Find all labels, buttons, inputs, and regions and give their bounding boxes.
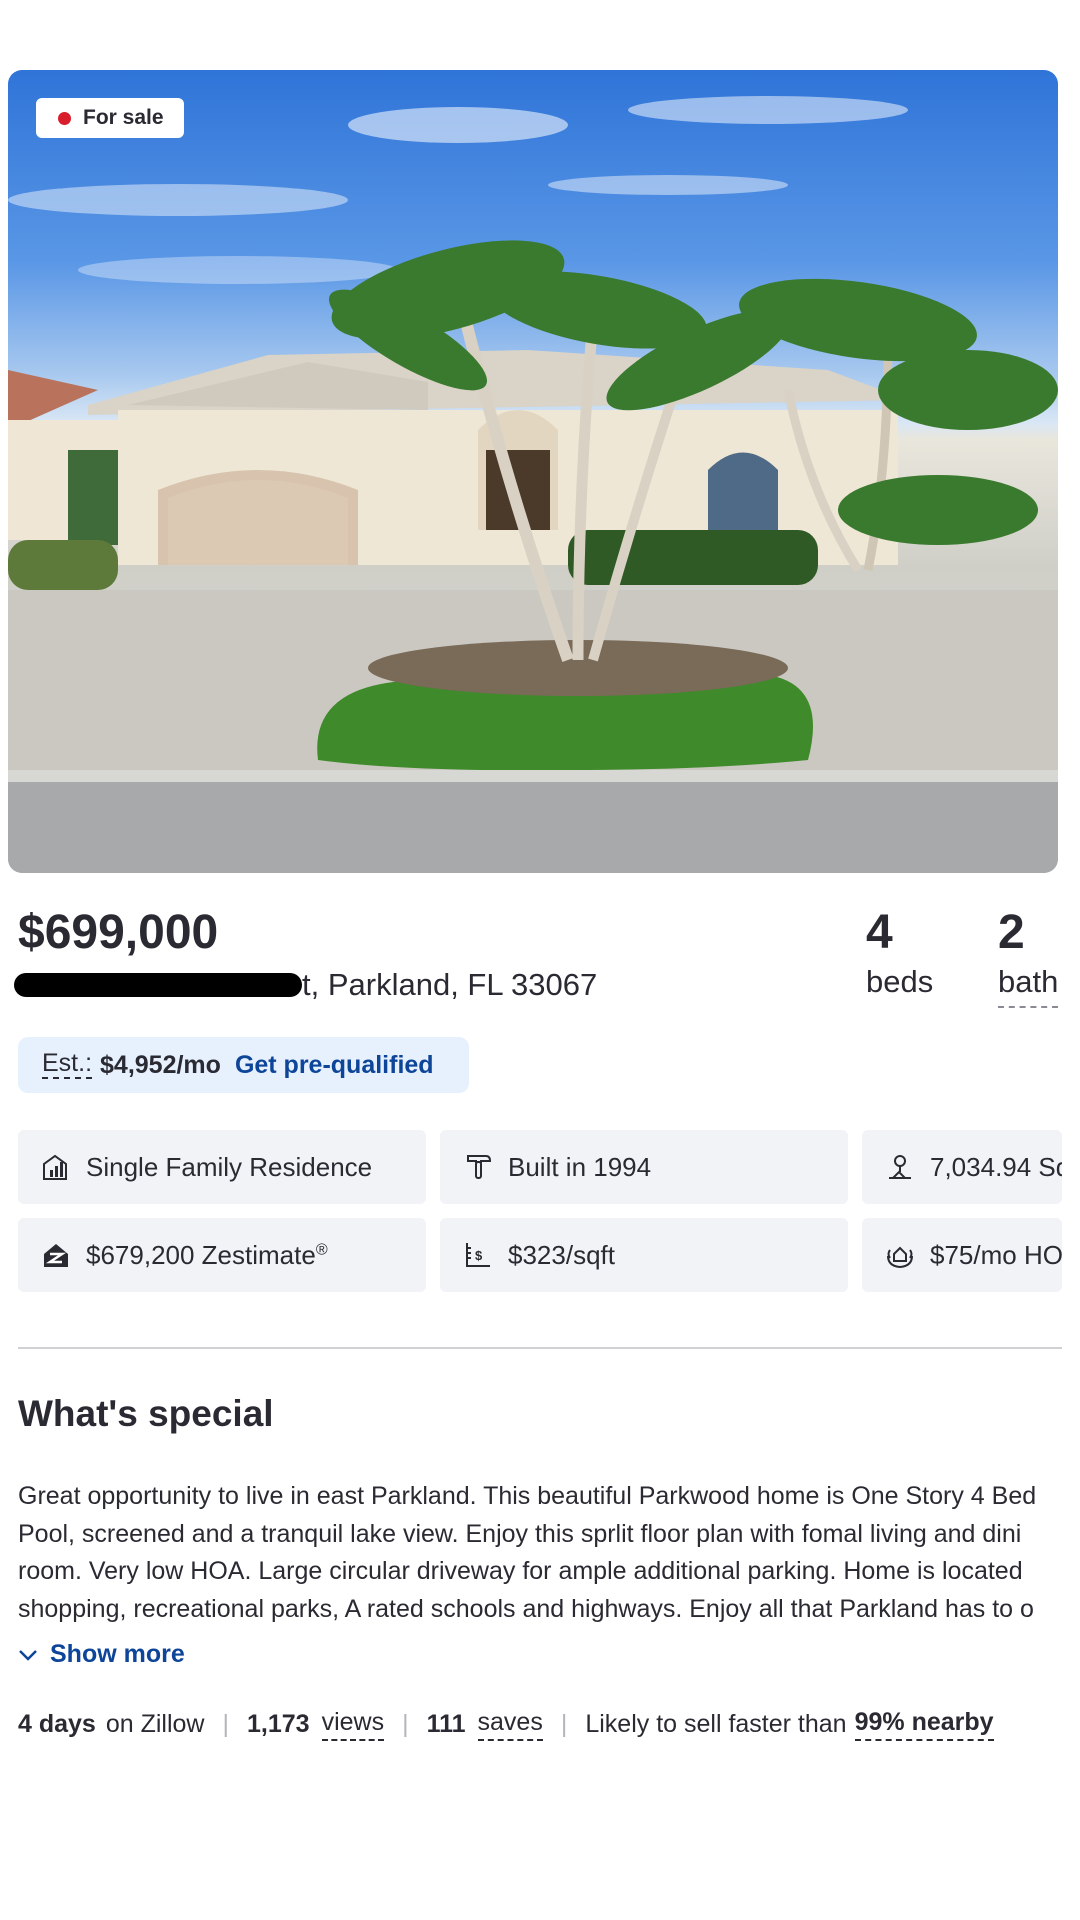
- house-photo-illustration: [8, 96, 1058, 873]
- section-divider: [18, 1347, 1062, 1349]
- days-on-zillow-value: 4 days: [18, 1710, 96, 1738]
- description-line: shopping, recreational parks, A rated sc…: [18, 1594, 1034, 1623]
- description-line: Great opportunity to live in east Parkla…: [18, 1482, 1037, 1510]
- whats-special-title: What's special: [18, 1393, 274, 1434]
- estimate-amount: $4,952/mo: [100, 1050, 221, 1079]
- show-more-button[interactable]: Show more: [18, 1640, 185, 1669]
- address-redaction: [14, 972, 302, 997]
- get-prequalified-link[interactable]: Get pre-qualified: [235, 1051, 434, 1080]
- fact-text: Single Family Residence: [86, 1151, 373, 1182]
- stat-separator: |: [402, 1710, 409, 1738]
- baths-value: 2: [998, 906, 1025, 959]
- listing-description: Great opportunity to live in east Parkla…: [18, 1478, 1062, 1628]
- sell-faster-value[interactable]: 99% nearby: [854, 1708, 994, 1741]
- beds-stat: 4 beds: [866, 905, 933, 1000]
- listing-photo[interactable]: For sale: [8, 70, 1058, 873]
- lot-size-icon: [884, 1151, 916, 1183]
- status-badge: For sale: [36, 98, 184, 138]
- house-chart-icon: [40, 1151, 72, 1183]
- baths-label[interactable]: bath: [998, 964, 1059, 1008]
- fact-text: Built in 1994: [508, 1151, 652, 1182]
- fact-card-home-type: Single Family Residence: [18, 1130, 426, 1204]
- listing-price: $699,000: [18, 906, 219, 959]
- address-text: t, Parkland, FL 33067: [302, 966, 598, 1002]
- days-on-zillow-label: on Zillow: [105, 1710, 205, 1738]
- fact-text: $75/mo HO: [930, 1239, 1062, 1270]
- listing-address: t, Parkland, FL 33067: [14, 965, 597, 1003]
- payment-estimate: Est.: $4,952/mo Get pre-qualified: [18, 1037, 469, 1093]
- fact-card-year-built: Built in 1994: [440, 1130, 848, 1204]
- stat-separator: |: [222, 1710, 230, 1738]
- stat-separator: |: [560, 1710, 568, 1738]
- hammer-icon: [462, 1151, 494, 1183]
- price-per-sqft-icon: $: [462, 1239, 494, 1271]
- show-more-label: Show more: [50, 1640, 185, 1668]
- status-label: For sale: [83, 106, 164, 129]
- views-label[interactable]: views: [321, 1708, 385, 1741]
- saves-value: 111: [426, 1710, 466, 1738]
- beds-label: beds: [866, 964, 934, 999]
- description-line: room. Very low HOA. Large circular drive…: [18, 1557, 1023, 1585]
- fact-text: $679,200 Zestimate®: [86, 1239, 328, 1270]
- chevron-down-icon: [18, 1640, 38, 1669]
- svg-text:$: $: [475, 1248, 483, 1263]
- saves-label[interactable]: saves: [477, 1708, 543, 1741]
- fact-card-zestimate[interactable]: $679,200 Zestimate®: [18, 1218, 426, 1292]
- zestimate-icon: [40, 1239, 72, 1271]
- fact-text: $323/sqft: [508, 1239, 615, 1270]
- baths-stat[interactable]: 2 bath: [998, 905, 1059, 1008]
- views-value: 1,173: [247, 1710, 310, 1738]
- status-dot: [58, 111, 71, 125]
- fact-text: 7,034.94 Sq: [930, 1151, 1062, 1182]
- fact-card-hoa: $75/mo HO: [862, 1218, 1062, 1292]
- estimate-label[interactable]: Est.:: [42, 1051, 93, 1079]
- beds-value: 4: [866, 906, 893, 959]
- fact-card-price-per-sqft: $ $323/sqft: [440, 1218, 848, 1292]
- fact-card-lot-size: 7,034.94 Sq: [862, 1130, 1062, 1204]
- sell-faster-label: Likely to sell faster than: [585, 1710, 847, 1738]
- hoa-icon: [884, 1239, 916, 1271]
- listing-activity-stats: 4 days on Zillow | 1,173 views | 111 sav…: [18, 1708, 994, 1741]
- description-line: Pool, screened and a tranquil lake view.…: [18, 1519, 1022, 1548]
